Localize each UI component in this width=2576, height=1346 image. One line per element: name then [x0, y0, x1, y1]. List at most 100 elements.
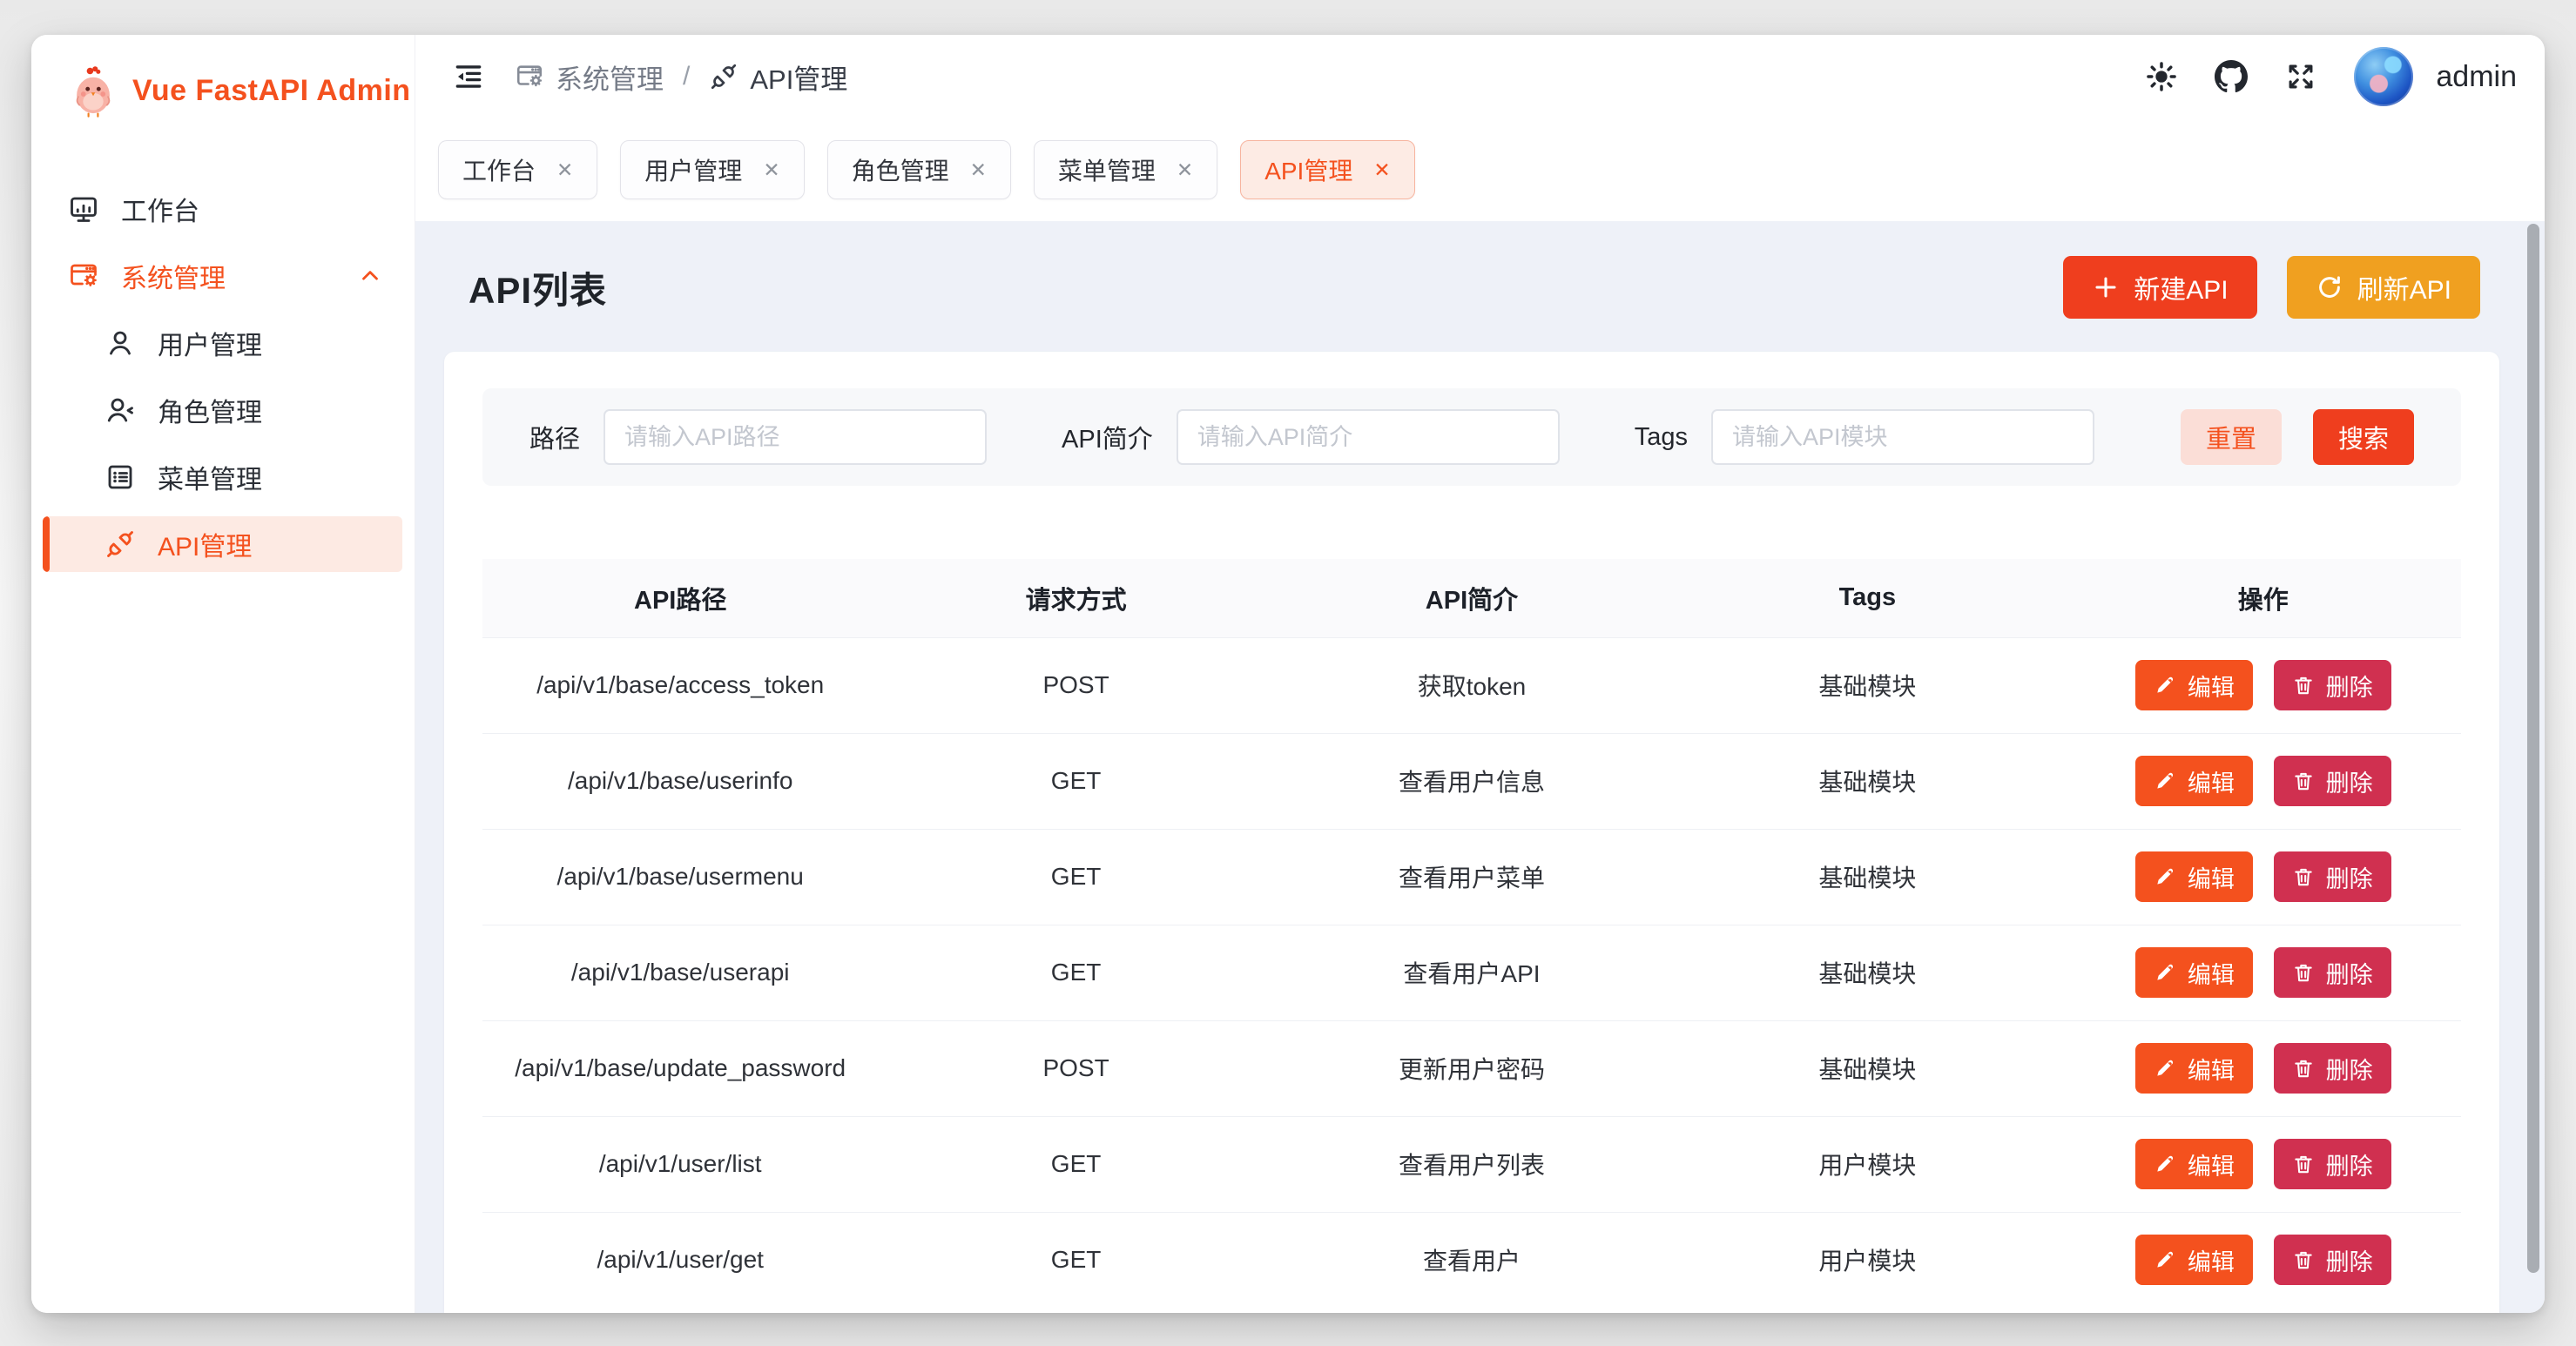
avatar[interactable]	[2354, 47, 2413, 106]
api-table-header: API路径 请求方式 API简介 Tags 操作	[482, 559, 2461, 637]
delete-button[interactable]: 删除	[2274, 1043, 2391, 1094]
username[interactable]: admin	[2436, 60, 2517, 94]
api-table: API路径 请求方式 API简介 Tags 操作 /api/v1/base/ac…	[482, 559, 2461, 1308]
sidebar-item-menus[interactable]: 菜单管理	[43, 449, 402, 505]
path-input[interactable]	[604, 409, 987, 465]
cell-summary: 查看用户菜单	[1274, 829, 1669, 925]
refresh-api-button[interactable]: 刷新API	[2287, 256, 2480, 319]
api-table-body: /api/v1/base/access_token POST 获取token 基…	[482, 637, 2461, 1308]
sidebar-item-roles[interactable]: 角色管理	[43, 382, 402, 438]
pencil-icon	[2154, 865, 2176, 888]
edit-button[interactable]: 编辑	[2135, 1235, 2253, 1285]
cell-tags: 基础模块	[1669, 637, 2065, 733]
tab-menus[interactable]: 菜单管理 ✕	[1034, 140, 1217, 199]
create-api-button[interactable]: 新建API	[2063, 256, 2256, 319]
fullscreen-icon[interactable]	[2284, 60, 2317, 93]
delete-button[interactable]: 删除	[2274, 1139, 2391, 1189]
sidebar-item-workbench[interactable]: 工作台	[43, 181, 402, 237]
tab-close-icon[interactable]: ✕	[970, 158, 987, 182]
list-icon	[105, 461, 136, 493]
table-row: /api/v1/base/userapi GET 查看用户API 基础模块 编辑…	[482, 925, 2461, 1020]
trash-icon	[2292, 1248, 2315, 1271]
tab-roles[interactable]: 角色管理 ✕	[827, 140, 1011, 199]
tags-label: Tags	[1635, 423, 1688, 452]
trash-icon	[2292, 865, 2315, 888]
delete-button[interactable]: 删除	[2274, 947, 2391, 998]
scrollbar-thumb[interactable]	[2527, 224, 2539, 1273]
breadcrumb: 系统管理 / API管理	[515, 57, 847, 97]
edit-button[interactable]: 编辑	[2135, 1139, 2253, 1189]
search-button[interactable]: 搜索	[2313, 409, 2414, 465]
delete-button[interactable]: 删除	[2274, 756, 2391, 806]
delete-button[interactable]: 删除	[2274, 660, 2391, 710]
cell-method: GET	[878, 925, 1273, 1020]
summary-label: API简介	[1062, 419, 1153, 455]
pencil-icon	[2154, 961, 2176, 984]
filter-summary: API简介	[1062, 409, 1560, 465]
tab-workbench[interactable]: 工作台 ✕	[438, 140, 597, 199]
tab-close-icon[interactable]: ✕	[1177, 158, 1193, 182]
cell-api-path: /api/v1/base/access_token	[482, 637, 878, 733]
plug-icon	[105, 528, 136, 560]
window-gear-icon	[68, 260, 99, 292]
trash-icon	[2292, 770, 2315, 792]
edit-button[interactable]: 编辑	[2135, 947, 2253, 998]
theme-sun-icon[interactable]	[2145, 60, 2178, 93]
tab-close-icon[interactable]: ✕	[1373, 158, 1390, 182]
breadcrumb-separator: /	[683, 62, 690, 91]
plug-icon	[709, 62, 738, 91]
col-summary: API简介	[1274, 559, 1669, 637]
sidebar-item-api[interactable]: API管理	[43, 516, 402, 572]
sidebar: Vue FastAPI Admin 工作台 系统管理 用户管理 角色管理	[31, 35, 415, 1313]
page-actions: 新建API 刷新API	[2063, 256, 2480, 319]
cell-method: POST	[878, 637, 1273, 733]
breadcrumb-item-api[interactable]: API管理	[709, 57, 847, 97]
sidebar-menu: 工作台 系统管理 用户管理 角色管理 菜单管理 API管理	[31, 146, 415, 572]
table-row: /api/v1/base/access_token POST 获取token 基…	[482, 637, 2461, 733]
brand-logo: Vue FastAPI Admin	[31, 35, 415, 146]
cell-summary: 查看用户	[1274, 1212, 1669, 1308]
main-column: 系统管理 / API管理 admin 工作台 ✕	[415, 35, 2545, 1313]
cell-api-path: /api/v1/base/userinfo	[482, 733, 878, 829]
reset-button[interactable]: 重置	[2181, 409, 2282, 465]
window-gear-icon	[515, 62, 544, 91]
refresh-icon	[2316, 273, 2343, 301]
cell-tags: 基础模块	[1669, 1020, 2065, 1116]
sidebar-item-label: 系统管理	[121, 257, 226, 295]
summary-input[interactable]	[1177, 409, 1560, 465]
tab-close-icon[interactable]: ✕	[763, 158, 779, 182]
tab-api[interactable]: API管理 ✕	[1240, 140, 1414, 199]
delete-button[interactable]: 删除	[2274, 851, 2391, 902]
monitor-icon	[68, 193, 99, 225]
content-card: 路径 API简介 Tags 重置 搜索	[444, 352, 2499, 1313]
page-title: API列表	[469, 261, 607, 314]
breadcrumb-item-system[interactable]: 系统管理	[515, 57, 664, 97]
path-label: 路径	[529, 419, 580, 455]
cell-summary: 查看用户API	[1274, 925, 1669, 1020]
topbar: 系统管理 / API管理 admin	[415, 35, 2545, 118]
cell-summary: 更新用户密码	[1274, 1020, 1669, 1116]
table-row: /api/v1/user/get GET 查看用户 用户模块 编辑 删除	[482, 1212, 2461, 1308]
col-method: 请求方式	[878, 559, 1273, 637]
tab-close-icon[interactable]: ✕	[556, 158, 573, 182]
sidebar-item-users[interactable]: 用户管理	[43, 315, 402, 371]
cell-method: GET	[878, 829, 1273, 925]
delete-button[interactable]: 删除	[2274, 1235, 2391, 1285]
cell-api-path: /api/v1/base/update_password	[482, 1020, 878, 1116]
tab-users[interactable]: 用户管理 ✕	[620, 140, 804, 199]
filter-tags: Tags	[1635, 409, 2094, 465]
pencil-icon	[2154, 1057, 2176, 1080]
cell-method: GET	[878, 733, 1273, 829]
github-icon[interactable]	[2215, 60, 2248, 93]
tags-input[interactable]	[1711, 409, 2094, 465]
edit-button[interactable]: 编辑	[2135, 1043, 2253, 1094]
edit-button[interactable]: 编辑	[2135, 660, 2253, 710]
edit-button[interactable]: 编辑	[2135, 851, 2253, 902]
edit-button[interactable]: 编辑	[2135, 756, 2253, 806]
pencil-icon	[2154, 770, 2176, 792]
chevron-up-icon	[357, 263, 383, 289]
cell-api-path: /api/v1/user/get	[482, 1212, 878, 1308]
sidebar-item-system[interactable]: 系统管理	[43, 248, 402, 304]
collapse-sidebar-icon[interactable]	[452, 60, 485, 93]
trash-icon	[2292, 674, 2315, 697]
